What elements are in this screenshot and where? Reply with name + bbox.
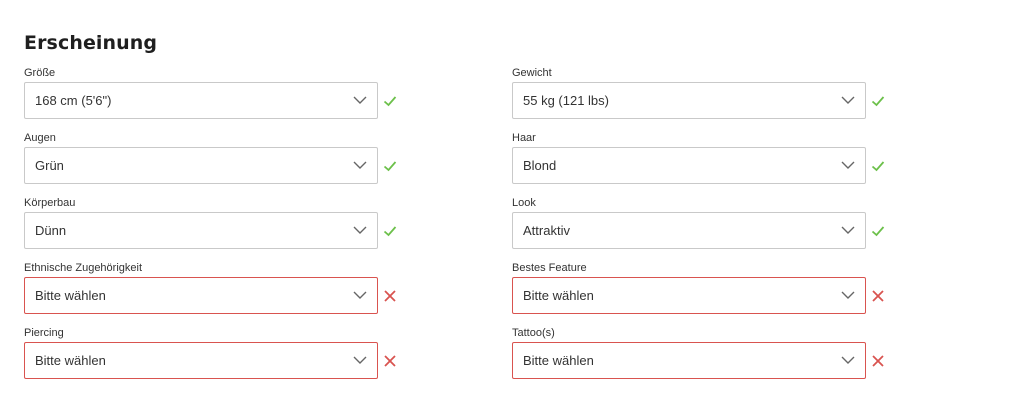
x-icon <box>384 355 396 367</box>
groesse-label: Größe <box>24 67 56 79</box>
piercing-select[interactable]: Bitte wählen <box>24 342 378 379</box>
field-piercing: Piercing Bitte wählen <box>24 326 424 380</box>
check-icon <box>383 161 397 172</box>
augen-value: Grün <box>35 158 64 173</box>
haar-label: Haar <box>512 132 536 144</box>
koerperbau-select[interactable]: Dünn <box>24 212 378 249</box>
field-tattoo: Tattoo(s) Bitte wählen <box>512 326 912 380</box>
haar-select[interactable]: Blond <box>512 147 866 184</box>
feature-select[interactable]: Bitte wählen <box>512 277 866 314</box>
augen-select[interactable]: Grün <box>24 147 378 184</box>
field-ethnie: Ethnische Zugehörigkeit Bitte wählen <box>24 261 424 315</box>
gewicht-select[interactable]: 55 kg (121 lbs) <box>512 82 866 119</box>
piercing-label: Piercing <box>24 327 64 339</box>
look-label: Look <box>512 197 536 209</box>
chevron-down-icon <box>841 226 855 234</box>
field-haar: Haar Blond <box>512 131 912 185</box>
chevron-down-icon <box>353 96 367 104</box>
chevron-down-icon <box>841 356 855 364</box>
field-koerperbau: Körperbau Dünn <box>24 196 424 250</box>
chevron-down-icon <box>353 226 367 234</box>
koerperbau-value: Dünn <box>35 223 67 238</box>
tattoo-select[interactable]: Bitte wählen <box>512 342 866 379</box>
tattoo-label: Tattoo(s) <box>512 327 555 339</box>
field-gewicht: Gewicht 55 kg (121 lbs) <box>512 66 912 120</box>
groesse-select[interactable]: 168 cm (5'6") <box>24 82 378 119</box>
augen-label: Augen <box>24 132 56 144</box>
ethnie-label: Ethnische Zugehörigkeit <box>24 262 143 274</box>
field-look: Look Attraktiv <box>512 196 912 250</box>
look-select[interactable]: Attraktiv <box>512 212 866 249</box>
haar-value: Blond <box>523 158 557 173</box>
koerperbau-label: Körperbau <box>24 197 76 209</box>
feature-label: Bestes Feature <box>512 262 587 274</box>
groesse-value: 168 cm (5'6") <box>35 93 112 108</box>
check-icon <box>383 96 397 107</box>
tattoo-value: Bitte wählen <box>523 353 594 368</box>
chevron-down-icon <box>841 96 855 104</box>
x-icon <box>872 290 884 302</box>
section-title: Erscheinung <box>24 32 158 54</box>
x-icon <box>384 290 396 302</box>
chevron-down-icon <box>841 161 855 169</box>
field-augen: Augen Grün <box>24 131 424 185</box>
chevron-down-icon <box>353 356 367 364</box>
piercing-value: Bitte wählen <box>35 353 106 368</box>
field-groesse: Größe 168 cm (5'6") <box>24 66 424 120</box>
check-icon <box>383 226 397 237</box>
ethnie-select[interactable]: Bitte wählen <box>24 277 378 314</box>
chevron-down-icon <box>841 291 855 299</box>
chevron-down-icon <box>353 291 367 299</box>
check-icon <box>871 226 885 237</box>
gewicht-label: Gewicht <box>512 67 552 79</box>
check-icon <box>871 96 885 107</box>
ethnie-value: Bitte wählen <box>35 288 106 303</box>
feature-value: Bitte wählen <box>523 288 594 303</box>
check-icon <box>871 161 885 172</box>
chevron-down-icon <box>353 161 367 169</box>
x-icon <box>872 355 884 367</box>
gewicht-value: 55 kg (121 lbs) <box>523 93 609 108</box>
field-feature: Bestes Feature Bitte wählen <box>512 261 912 315</box>
look-value: Attraktiv <box>523 223 570 238</box>
